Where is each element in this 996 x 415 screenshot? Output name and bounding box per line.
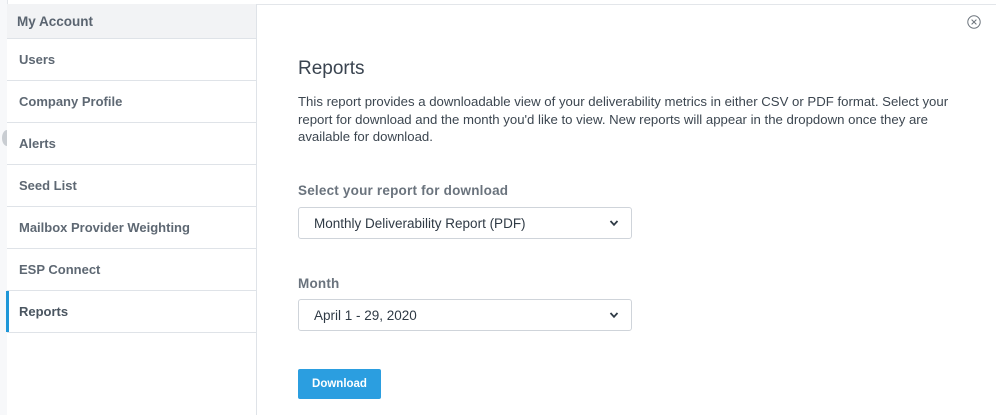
month-select[interactable]: April 1 - 29, 2020	[298, 299, 632, 331]
page-title: Reports	[298, 58, 365, 79]
download-button[interactable]: Download	[298, 369, 381, 399]
close-circle-icon	[967, 15, 981, 29]
page-description: This report provides a downloadable view…	[298, 94, 949, 144]
sidebar-item-label: Company Profile	[19, 94, 123, 109]
close-button[interactable]	[967, 15, 981, 29]
chevron-down-icon	[609, 312, 619, 319]
sidebar-item-label: Seed List	[19, 178, 77, 193]
sidebar-item-mailbox-provider-weighting[interactable]: Mailbox Provider Weighting	[7, 207, 256, 249]
sidebar-item-label: Users	[19, 52, 56, 67]
report-select[interactable]: Monthly Deliverability Report (PDF)	[298, 207, 632, 239]
sidebar-item-esp-connect[interactable]: ESP Connect	[7, 249, 256, 291]
report-select-value: Monthly Deliverability Report (PDF)	[314, 215, 526, 231]
sidebar-item-alerts[interactable]: Alerts	[7, 123, 256, 165]
sidebar-item-label: ESP Connect	[19, 262, 101, 277]
sidebar-item-label: Alerts	[19, 136, 56, 151]
sidebar-header: My Account	[7, 4, 256, 39]
sidebar-item-users[interactable]: Users	[7, 39, 256, 81]
account-sidebar: My Account Users Company Profile Alerts …	[6, 4, 257, 415]
sidebar-item-seed-list[interactable]: Seed List	[7, 165, 256, 207]
month-select-value: April 1 - 29, 2020	[314, 307, 417, 323]
sidebar-item-company-profile[interactable]: Company Profile	[7, 81, 256, 123]
account-settings-modal: My Account Users Company Profile Alerts …	[0, 0, 996, 415]
top-divider	[257, 4, 996, 5]
sidebar-item-label: Reports	[19, 304, 69, 319]
sidebar-item-reports[interactable]: Reports	[6, 291, 256, 333]
reports-panel: Reports This report provides a downloada…	[298, 58, 968, 146]
month-select-label: Month	[298, 276, 340, 291]
report-select-label: Select your report for download	[298, 183, 509, 198]
chevron-down-icon	[609, 220, 619, 227]
sidebar-header-label: My Account	[17, 13, 94, 29]
sidebar-item-label: Mailbox Provider Weighting	[19, 220, 190, 235]
